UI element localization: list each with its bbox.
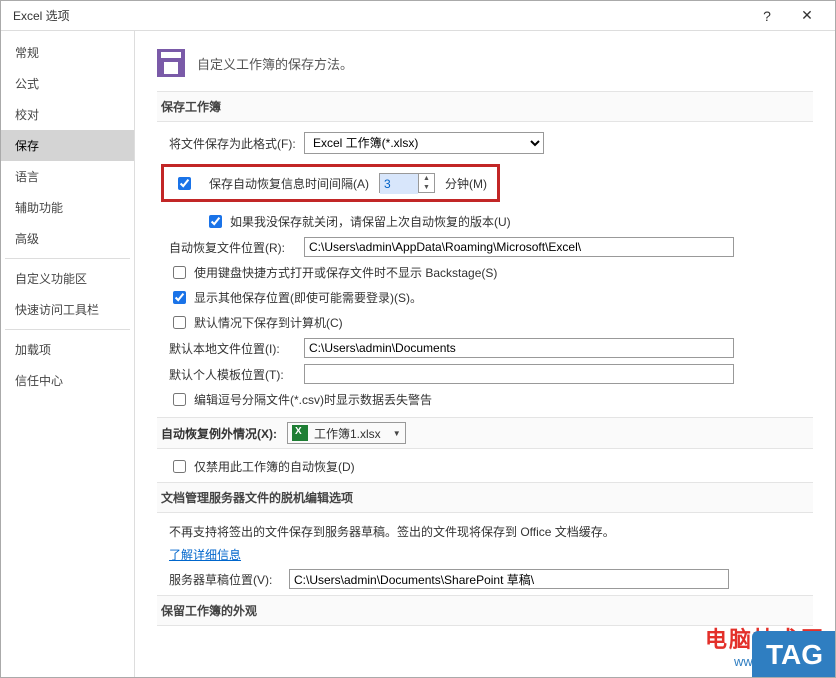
- default-template-path-label: 默认个人模板位置(T):: [169, 366, 304, 383]
- workbook-exception-select[interactable]: 工作簿1.xlsx ▼: [287, 422, 406, 444]
- sidebar-item-save[interactable]: 保存: [1, 130, 134, 161]
- excel-file-icon: [292, 425, 308, 441]
- chevron-down-icon: ▼: [393, 429, 401, 438]
- sidebar-item-trust-center[interactable]: 信任中心: [1, 365, 134, 396]
- auto-recover-interval-input[interactable]: [380, 174, 418, 194]
- default-local-path-input[interactable]: [304, 338, 734, 358]
- chevron-down-icon[interactable]: ▼: [419, 183, 434, 192]
- category-sidebar: 常规 公式 校对 保存 语言 辅助功能 高级 自定义功能区 快速访问工具栏 加载…: [1, 31, 135, 677]
- row-backstage: 使用键盘快捷方式打开或保存文件时不显示 Backstage(S): [169, 263, 813, 282]
- row-csv-warn: 编辑逗号分隔文件(*.csv)时显示数据丢失警告: [169, 390, 813, 409]
- backstage-checkbox[interactable]: [173, 266, 186, 279]
- server-draft-input[interactable]: [289, 569, 729, 589]
- spinner-arrows[interactable]: ▲▼: [418, 174, 434, 192]
- disable-this-workbook-checkbox[interactable]: [173, 460, 186, 473]
- sidebar-item-quick-access[interactable]: 快速访问工具栏: [1, 294, 134, 325]
- save-icon: [157, 49, 185, 77]
- row-keep-last-version: 如果我没保存就关闭，请保留上次自动恢复的版本(U): [205, 212, 813, 231]
- auto-recover-checkbox[interactable]: [178, 177, 191, 190]
- panel-header: 自定义工作簿的保存方法。: [157, 49, 813, 77]
- default-local-path-label: 默认本地文件位置(I):: [169, 340, 304, 357]
- auto-recover-label: 保存自动恢复信息时间间隔(A): [209, 175, 369, 192]
- auto-recover-path-label: 自动恢复文件位置(R):: [169, 239, 304, 256]
- learn-more-link[interactable]: 了解详细信息: [169, 546, 241, 563]
- row-default-template-path: 默认个人模板位置(T):: [169, 364, 813, 384]
- default-save-local-label: 默认情况下保存到计算机(C): [194, 314, 343, 331]
- sidebar-item-proofing[interactable]: 校对: [1, 99, 134, 130]
- section-title-save-workbook: 保存工作簿: [157, 91, 813, 122]
- keep-last-version-label: 如果我没保存就关闭，请保留上次自动恢复的版本(U): [230, 213, 511, 230]
- row-show-other-save: 显示其他保存位置(即使可能需要登录)(S)。: [169, 288, 813, 307]
- offline-note: 不再支持将签出的文件保存到服务器草稿。签出的文件现将保存到 Office 文档缓…: [169, 523, 813, 540]
- close-button[interactable]: ✕: [787, 1, 827, 31]
- highlight-box-auto-recover: 保存自动恢复信息时间间隔(A) ▲▼ 分钟(M): [161, 164, 500, 202]
- auto-recover-interval-spinner[interactable]: ▲▼: [379, 173, 435, 193]
- help-button[interactable]: ?: [747, 1, 787, 31]
- sidebar-item-customize-ribbon[interactable]: 自定义功能区: [1, 263, 134, 294]
- sidebar-item-addins[interactable]: 加载项: [1, 334, 134, 365]
- chevron-up-icon[interactable]: ▲: [419, 174, 434, 183]
- row-server-draft-path: 服务器草稿位置(V):: [169, 569, 813, 589]
- sidebar-item-accessibility[interactable]: 辅助功能: [1, 192, 134, 223]
- default-save-local-checkbox[interactable]: [173, 316, 186, 329]
- sidebar-item-general[interactable]: 常规: [1, 37, 134, 68]
- default-template-path-input[interactable]: [304, 364, 734, 384]
- show-other-save-checkbox[interactable]: [173, 291, 186, 304]
- backstage-label: 使用键盘快捷方式打开或保存文件时不显示 Backstage(S): [194, 264, 497, 281]
- file-format-select[interactable]: Excel 工作簿(*.xlsx): [304, 132, 544, 154]
- window-title: Excel 选项: [13, 7, 747, 24]
- row-default-save-local: 默认情况下保存到计算机(C): [169, 313, 813, 332]
- keep-last-version-checkbox[interactable]: [209, 215, 222, 228]
- auto-recover-unit: 分钟(M): [445, 175, 487, 192]
- section-title-auto-recover-exception: 自动恢复例外情况(X):: [161, 425, 277, 442]
- sidebar-separator: [5, 329, 130, 330]
- sidebar-separator: [5, 258, 130, 259]
- csv-warn-label: 编辑逗号分隔文件(*.csv)时显示数据丢失警告: [194, 391, 432, 408]
- dialog-body: 常规 公式 校对 保存 语言 辅助功能 高级 自定义功能区 快速访问工具栏 加载…: [1, 31, 835, 677]
- main-panel: 自定义工作簿的保存方法。 保存工作簿 将文件保存为此格式(F): Excel 工…: [135, 31, 835, 677]
- row-default-local-path: 默认本地文件位置(I):: [169, 338, 813, 358]
- show-other-save-label: 显示其他保存位置(即使可能需要登录)(S)。: [194, 289, 422, 306]
- server-draft-label: 服务器草稿位置(V):: [169, 571, 289, 588]
- sidebar-item-language[interactable]: 语言: [1, 161, 134, 192]
- row-auto-recover-path: 自动恢复文件位置(R):: [169, 237, 813, 257]
- file-format-label: 将文件保存为此格式(F):: [169, 135, 304, 152]
- section-title-offline-edit: 文档管理服务器文件的脱机编辑选项: [157, 482, 813, 513]
- sidebar-item-formulas[interactable]: 公式: [1, 68, 134, 99]
- section-title-appearance: 保留工作簿的外观: [157, 595, 813, 626]
- row-disable-this-workbook: 仅禁用此工作簿的自动恢复(D): [169, 457, 813, 476]
- row-file-format: 将文件保存为此格式(F): Excel 工作簿(*.xlsx): [169, 132, 813, 154]
- sidebar-item-advanced[interactable]: 高级: [1, 223, 134, 254]
- auto-recover-path-input[interactable]: [304, 237, 734, 257]
- csv-warn-checkbox[interactable]: [173, 393, 186, 406]
- disable-this-workbook-label: 仅禁用此工作簿的自动恢复(D): [194, 458, 355, 475]
- titlebar: Excel 选项 ? ✕: [1, 1, 835, 31]
- panel-header-text: 自定义工作簿的保存方法。: [197, 54, 353, 73]
- workbook-exception-value: 工作簿1.xlsx: [314, 425, 381, 442]
- watermark-tag: TAG: [752, 631, 835, 677]
